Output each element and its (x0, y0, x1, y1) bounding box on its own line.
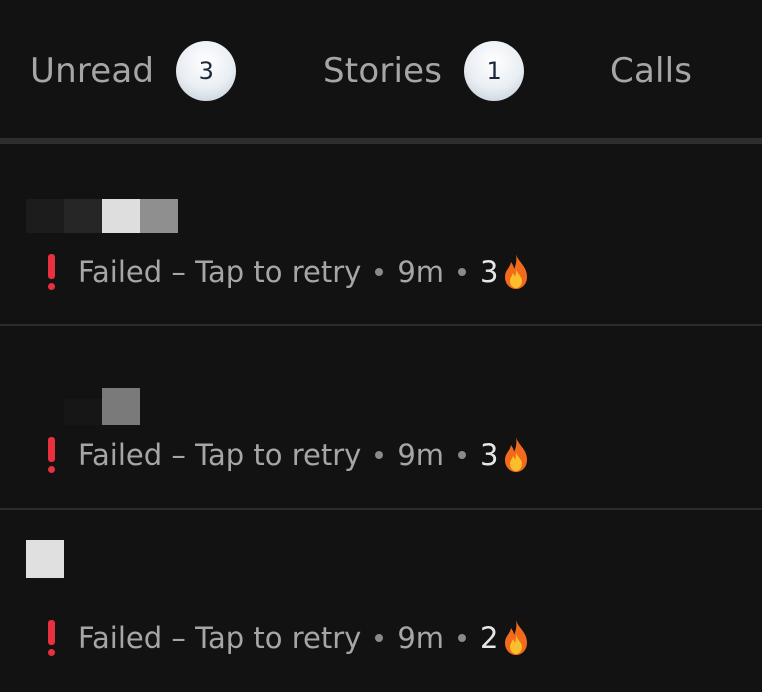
redacted-name (64, 399, 102, 425)
alert-exclamation-icon (44, 618, 60, 658)
chat-status-line: Failed – Tap to retry 9m 3 (44, 250, 532, 294)
tab-stories[interactable]: Stories 1 (323, 40, 525, 102)
separator-dot (458, 634, 467, 642)
separator-dot (458, 268, 467, 276)
chat-time: 9m (397, 255, 445, 289)
alert-exclamation-icon (44, 435, 60, 475)
filter-tabs: Unread 3 Stories 1 Calls (0, 0, 762, 138)
separator-dot (458, 451, 467, 459)
tab-unread[interactable]: Unread 3 (30, 40, 237, 102)
redacted-name (102, 199, 140, 233)
chat-row[interactable]: Failed – Tap to retry 9m 3 (0, 326, 762, 508)
tab-calls-label: Calls (610, 51, 693, 91)
fire-icon (505, 254, 528, 289)
failed-status-text: Failed – Tap to retry (78, 621, 362, 655)
redacted-name (26, 540, 64, 578)
chat-row[interactable]: Failed – Tap to retry 9m 2 (0, 510, 762, 692)
fire-icon (505, 620, 528, 655)
redacted-name (26, 199, 64, 233)
separator-dot (375, 268, 384, 276)
streak-count: 3 (480, 438, 499, 472)
fire-icon (505, 437, 528, 472)
tab-unread-label: Unread (30, 51, 155, 91)
separator-dot (375, 451, 384, 459)
chat-time: 9m (397, 621, 445, 655)
redacted-name (64, 199, 102, 233)
stories-count-badge: 1 (464, 41, 525, 101)
failed-status-text: Failed – Tap to retry (78, 438, 362, 472)
chat-status-line: Failed – Tap to retry 9m 3 (44, 433, 532, 477)
streak-count: 3 (480, 255, 499, 289)
chat-time: 9m (397, 438, 445, 472)
chat-status-line: Failed – Tap to retry 9m 2 (44, 616, 532, 660)
alert-exclamation-icon (44, 252, 60, 292)
redacted-name (140, 199, 178, 233)
streak-count: 2 (480, 621, 499, 655)
separator-dot (375, 634, 384, 642)
tab-stories-label: Stories (323, 51, 443, 91)
failed-status-text: Failed – Tap to retry (78, 255, 362, 289)
unread-count-badge: 3 (176, 41, 237, 101)
tab-calls[interactable]: Calls (610, 40, 692, 102)
chat-row[interactable]: Failed – Tap to retry 9m 3 (0, 144, 762, 324)
redacted-name (102, 388, 140, 425)
